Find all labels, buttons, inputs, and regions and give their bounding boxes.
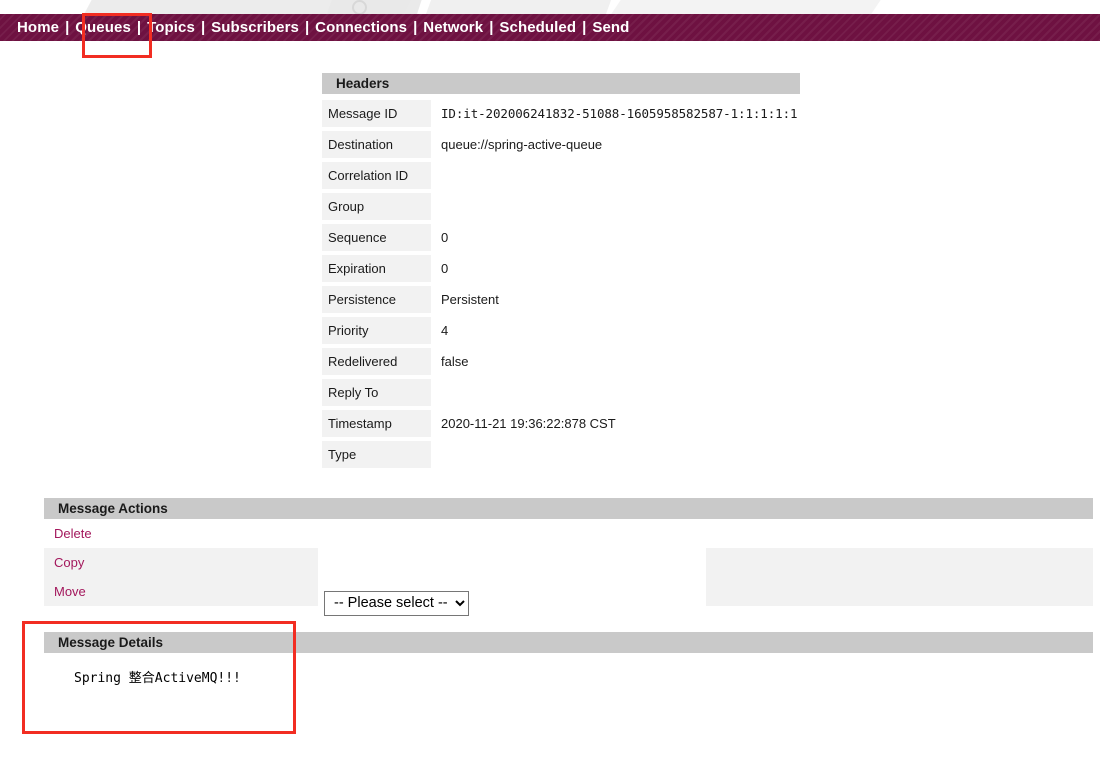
header-key: Timestamp [322,410,431,437]
header-key: Destination [322,131,431,158]
header-value-text: 4 [441,323,449,338]
copy-row-filler [705,548,1093,577]
nav-network[interactable]: Network [423,19,483,36]
headers-panel: Headers Message ID ID:it-202006241832-510… [322,73,800,472]
watermark-ring-icon [352,0,367,14]
header-key: Type [322,441,431,468]
header-value [431,193,800,220]
row-gap [318,548,706,577]
header-key: Persistence [322,286,431,313]
page-watermark [0,0,1100,14]
move-cell: Move [44,577,318,606]
nav-separator: | [304,19,310,36]
table-row: Type [322,441,800,468]
header-value-text: false [441,354,469,369]
destination-select-wrap: -- Please select -- [324,591,469,616]
row-gap [318,519,706,548]
delete-cell: Delete [44,519,318,548]
table-row: Timestamp 2020-11-21 19:36:22:878 CST [322,410,800,437]
delete-button[interactable]: Delete [54,526,92,541]
header-value: 0 [431,255,800,282]
nav-separator: | [136,19,142,36]
nav-separator: | [413,19,418,36]
copy-cell: Copy [44,548,318,577]
nav-home[interactable]: Home [17,19,59,36]
header-value-text: ID:it-202006241832-51088-1605958582587-1… [441,106,798,121]
header-value-text: queue://spring-active-queue [441,137,603,152]
table-row: Priority 4 [322,317,800,344]
table-row: Group [322,193,800,220]
header-value-text: 0 [441,261,449,276]
table-row: Redelivered false [322,348,800,375]
nav-send[interactable]: Send [592,19,629,36]
nav-separator: | [582,19,587,36]
nav-separator: | [489,19,494,36]
watermark-shape [609,0,891,14]
message-action-row-move: Move [44,577,1093,606]
header-key: Sequence [322,224,431,251]
destination-select[interactable]: -- Please select -- [324,591,469,616]
nav-separator: | [65,19,70,36]
header-key: Message ID [322,100,431,127]
header-value [431,379,800,406]
message-action-row-delete: Delete [44,519,1093,548]
message-details-panel: Message Details Spring 整合ActiveMQ!!! [44,632,1093,737]
table-row: Persistence Persistent [322,286,800,313]
headers-table: Message ID ID:it-202006241832-51088-16059… [322,96,800,472]
watermark-shape [425,0,615,14]
header-value: 4 [431,317,800,344]
message-body-text: Spring 整合ActiveMQ!!! [74,671,241,686]
header-value: ID:it-202006241832-51088-1605958582587-1… [431,100,800,127]
move-button[interactable]: Move [54,584,86,599]
header-key: Redelivered [322,348,431,375]
header-value-text: 2020-11-21 19:36:22:878 CST [441,416,616,431]
message-details-title: Message Details [44,632,1093,653]
table-row: Expiration 0 [322,255,800,282]
nav-subscribers[interactable]: Subscribers [211,19,299,36]
header-value: 0 [431,224,800,251]
header-key: Priority [322,317,431,344]
move-row-filler [705,577,1093,606]
header-key: Reply To [322,379,431,406]
header-value: Persistent [431,286,800,313]
message-actions-title: Message Actions [44,498,1093,519]
header-value-text: 0 [441,230,449,245]
message-action-row-copy: Copy [44,548,1093,577]
main-navigation: Home | Queues | Topics | Subscribers | C… [0,14,1100,41]
watermark-shape [327,0,423,14]
table-row: Destination queue://spring-active-queue [322,131,800,158]
header-value: 2020-11-21 19:36:22:878 CST [431,410,800,437]
header-value: queue://spring-active-queue [431,131,800,158]
header-value [431,162,800,189]
table-row: Message ID ID:it-202006241832-51088-16059… [322,100,800,127]
delete-row-filler [705,519,1093,548]
header-value: false [431,348,800,375]
nav-separator: | [200,19,206,36]
table-row: Reply To [322,379,800,406]
nav-topics[interactable]: Topics [147,19,195,36]
nav-connections[interactable]: Connections [315,19,407,36]
copy-button[interactable]: Copy [54,555,84,570]
header-key: Correlation ID [322,162,431,189]
headers-panel-title: Headers [322,73,800,94]
nav-scheduled[interactable]: Scheduled [499,19,576,36]
table-row: Sequence 0 [322,224,800,251]
message-details-body: Spring 整合ActiveMQ!!! [44,653,1093,737]
nav-queues[interactable]: Queues [75,19,131,36]
header-key: Expiration [322,255,431,282]
header-value [431,441,800,468]
header-value-text: Persistent [441,292,499,307]
header-key: Group [322,193,431,220]
message-actions-panel: Message Actions Delete Copy Move -- Plea… [44,498,1093,616]
table-row: Correlation ID [322,162,800,189]
